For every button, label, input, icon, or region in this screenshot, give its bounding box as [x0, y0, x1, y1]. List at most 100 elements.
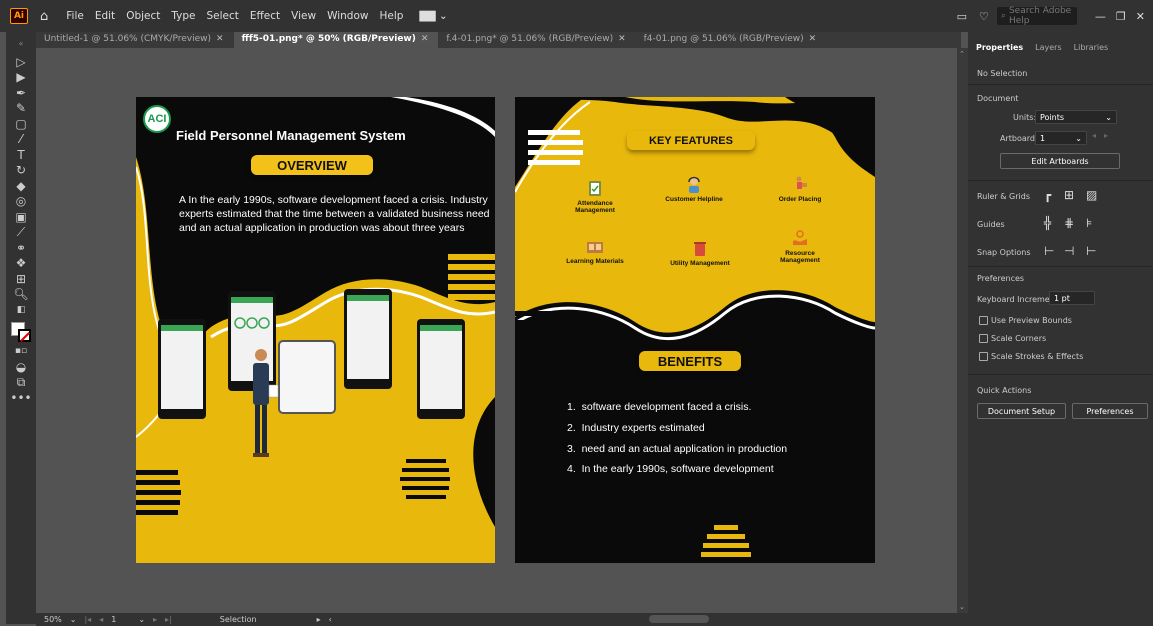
lock-guides-icon[interactable]: ⋕: [1064, 216, 1074, 230]
tab-f-4[interactable]: f.4-01.png* @ 51.06% (RGB/Preview) ✕: [438, 32, 635, 48]
tab-untitled-1[interactable]: Untitled-1 @ 51.06% (CMYK/Preview) ✕: [36, 32, 234, 48]
tab-fff5[interactable]: fff5-01.png* @ 50% (RGB/Preview) ✕: [233, 32, 439, 48]
fill-stroke-swatch[interactable]: [6, 318, 36, 344]
prev-artboard-icon[interactable]: ◂: [1092, 131, 1096, 140]
chevron-down-icon: ⌄: [1075, 133, 1082, 143]
restore-icon[interactable]: ❐: [1116, 10, 1126, 23]
menu-select[interactable]: Select: [207, 10, 239, 22]
menu-window[interactable]: Window: [327, 10, 368, 22]
chevron-down-icon: ⌄: [1105, 112, 1112, 122]
scroll-up-icon[interactable]: ⌃: [959, 50, 965, 58]
curvature-tool-icon[interactable]: ✎: [6, 101, 36, 117]
snap-to-grid-icon[interactable]: ⊣: [1064, 244, 1074, 258]
close-icon[interactable]: ✕: [1136, 10, 1145, 23]
app-logo: Ai: [10, 8, 28, 24]
zoom-level[interactable]: 50%: [44, 615, 62, 624]
scale-strokes-checkbox[interactable]: [979, 352, 988, 361]
snap-to-pixel-icon[interactable]: ⊢: [1086, 244, 1096, 258]
rotate-tool-icon[interactable]: ↻: [6, 163, 36, 179]
guides-icon[interactable]: ╬: [1044, 216, 1051, 230]
status-menu-icon[interactable]: ▸: [317, 615, 321, 624]
draw-mode-icon[interactable]: ◒: [6, 359, 36, 375]
search-placeholder: Search Adobe Help: [1008, 6, 1072, 26]
gradient-tool-icon[interactable]: ▣: [6, 209, 36, 225]
vertical-scrollbar[interactable]: ⌃ ⌄: [957, 48, 968, 613]
artboard-select[interactable]: 1 ⌄: [1035, 131, 1087, 145]
menu-effect[interactable]: Effect: [250, 10, 280, 22]
rectangle-tool-icon[interactable]: ▢: [6, 116, 36, 132]
discover-icon[interactable]: ♡: [979, 10, 989, 23]
scale-corners-checkbox[interactable]: [979, 334, 988, 343]
close-tab-icon[interactable]: ✕: [809, 34, 817, 44]
minimize-icon[interactable]: —: [1095, 10, 1106, 23]
quick-actions-label: Quick Actions: [977, 386, 1032, 395]
more-tools-icon[interactable]: •••: [6, 390, 36, 406]
transparency-grid-icon[interactable]: ▨: [1086, 188, 1097, 202]
overview-heading: OVERVIEW: [251, 155, 373, 175]
canvas[interactable]: ACI Field Personnel Management System OV…: [36, 48, 957, 613]
artboard-1[interactable]: ACI Field Personnel Management System OV…: [136, 97, 495, 563]
close-tab-icon[interactable]: ✕: [618, 34, 626, 44]
color-mode-icon[interactable]: ▪▫: [6, 344, 36, 360]
preferences-button[interactable]: Preferences: [1072, 403, 1148, 419]
feature-label: Utility Management: [670, 260, 730, 267]
menu-file[interactable]: File: [66, 10, 84, 22]
prev-artboard-icon[interactable]: ◂: [99, 615, 103, 624]
blend-tool-icon[interactable]: ⚭: [6, 240, 36, 256]
tab-properties[interactable]: Properties: [976, 43, 1023, 52]
first-artboard-icon[interactable]: |◂: [84, 615, 91, 624]
shape-builder-tool-icon[interactable]: ◎: [6, 194, 36, 210]
search-input[interactable]: ⌕ Search Adobe Help: [996, 6, 1077, 26]
eyedropper-tool-icon[interactable]: ⟋: [6, 225, 36, 241]
screen-mode-icon[interactable]: ⧉: [6, 375, 36, 391]
symbol-sprayer-tool-icon[interactable]: ❖: [6, 256, 36, 272]
document-setup-button[interactable]: Document Setup: [977, 403, 1066, 419]
artboard-dropdown-icon[interactable]: ⌄: [138, 615, 145, 624]
use-preview-bounds-checkbox[interactable]: [979, 316, 988, 325]
units-select[interactable]: Points ⌄: [1035, 110, 1117, 124]
menu-edit[interactable]: Edit: [95, 10, 115, 22]
last-artboard-icon[interactable]: ▸|: [165, 615, 172, 624]
direct-selection-tool-icon[interactable]: ▶: [6, 70, 36, 86]
menu-type[interactable]: Type: [171, 10, 195, 22]
swap-fill-stroke-icon[interactable]: ◧: [6, 302, 36, 318]
next-artboard-icon[interactable]: ▸: [1104, 131, 1108, 140]
menu-help[interactable]: Help: [379, 10, 403, 22]
scroll-down-icon[interactable]: ⌄: [959, 603, 965, 611]
collapse-toolbar-icon[interactable]: «: [6, 32, 36, 54]
feature-resource-management: Resource Management: [770, 229, 830, 264]
menu-view[interactable]: View: [291, 10, 316, 22]
artboard-number[interactable]: 1: [111, 615, 116, 624]
tab-libraries[interactable]: Libraries: [1074, 43, 1109, 52]
menu-object[interactable]: Object: [126, 10, 160, 22]
artboard-2[interactable]: KEY FEATURES Attendance Management Custo…: [515, 97, 875, 563]
edit-artboards-button[interactable]: Edit Artboards: [1000, 153, 1120, 169]
workspace-switcher-icon[interactable]: ▇▇ ⌄: [419, 10, 447, 22]
eraser-tool-icon[interactable]: ◆: [6, 178, 36, 194]
next-artboard-icon[interactable]: ▸: [153, 615, 157, 624]
selection-tool-icon[interactable]: ▷: [6, 54, 36, 70]
pen-tool-icon[interactable]: ✒: [6, 85, 36, 101]
snap-to-point-icon[interactable]: ⊢: [1044, 244, 1054, 258]
keyboard-increment-input[interactable]: 1 pt: [1049, 291, 1095, 305]
home-icon[interactable]: ⌂: [40, 9, 48, 24]
paintbrush-tool-icon[interactable]: ⁄: [6, 132, 36, 148]
scroll-left-icon[interactable]: ‹: [329, 615, 332, 624]
horizontal-scroll-thumb[interactable]: [649, 615, 709, 623]
close-tab-icon[interactable]: ✕: [421, 34, 429, 44]
artboard-tool-icon[interactable]: ⊞: [6, 271, 36, 287]
feature-order-placing: Order Placing: [770, 175, 830, 203]
feature-label: Learning Materials: [566, 258, 624, 265]
tab-f4[interactable]: f4-01.png @ 51.06% (RGB/Preview) ✕: [636, 32, 827, 48]
ruler-grids-label: Ruler & Grids: [977, 192, 1030, 201]
smart-guides-icon[interactable]: ⊧: [1086, 216, 1092, 230]
close-tab-icon[interactable]: ✕: [216, 34, 224, 44]
zoom-dropdown-icon[interactable]: ⌄: [70, 615, 77, 624]
utility-bin-icon: [694, 242, 706, 256]
type-tool-icon[interactable]: T: [6, 147, 36, 163]
tab-layers[interactable]: Layers: [1035, 43, 1061, 52]
arrange-documents-icon[interactable]: ▭: [957, 10, 967, 23]
zoom-tool-icon[interactable]: 🔍︎: [6, 287, 36, 303]
ruler-icon[interactable]: ┏: [1044, 188, 1051, 202]
grid-icon[interactable]: ⊞: [1064, 188, 1074, 202]
